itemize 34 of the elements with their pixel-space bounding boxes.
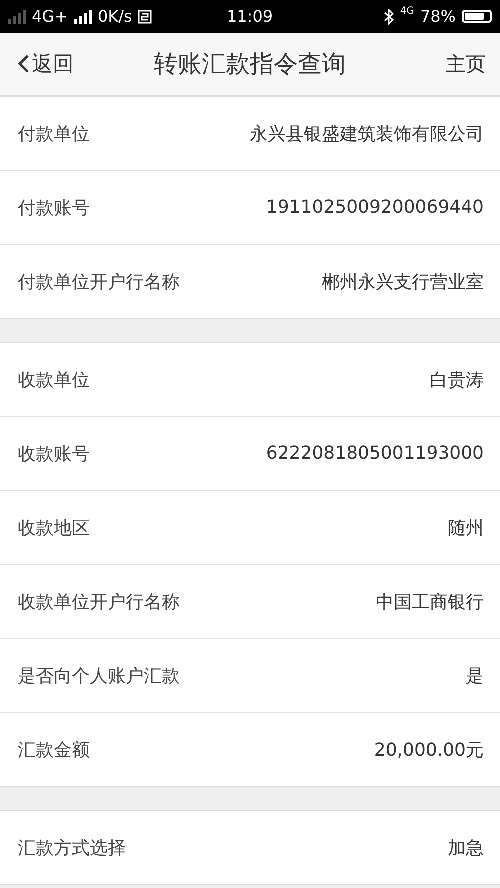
signal-icon: [74, 10, 92, 24]
field-value: 加急: [448, 836, 484, 860]
page-title: 转账汇款指令查询: [154, 50, 346, 78]
field-value: 是: [466, 664, 484, 688]
field-label: 付款单位: [18, 122, 90, 146]
back-button[interactable]: 返回: [18, 50, 74, 78]
network-label: 4G: [400, 6, 414, 17]
speed-label: 0K/s: [98, 7, 132, 26]
field-value: 中国工商银行: [376, 590, 484, 614]
bluetooth-icon: [384, 8, 394, 24]
field-label: 收款地区: [18, 516, 90, 540]
field-label: 付款单位开户行名称: [18, 270, 180, 294]
field-label: 收款单位: [18, 368, 90, 392]
network-label: 4G+: [32, 7, 68, 26]
battery-label: 78%: [420, 7, 456, 26]
field-label: 是否向个人账户汇款: [18, 664, 180, 688]
field-value: 6222081805001193000: [266, 443, 484, 464]
chevron-left-icon: [18, 54, 30, 74]
field-label: 付款账号: [18, 196, 90, 220]
field-label: 汇款金额: [18, 738, 90, 762]
signal-icon: [8, 10, 26, 24]
field-value: 永兴县银盛建筑装饰有限公司: [250, 122, 484, 146]
battery-icon: [462, 10, 492, 23]
field-label: 汇款方式选择: [18, 836, 126, 860]
clock: 11:09: [226, 7, 274, 26]
field-value: 郴州永兴支行营业室: [322, 270, 484, 294]
field-value: 1911025009200069440: [266, 197, 484, 218]
sim-icon: [138, 10, 152, 24]
field-label: 收款账号: [18, 442, 90, 466]
field-value: 随州: [448, 516, 484, 540]
field-value: 20,000.00元: [374, 738, 484, 762]
field-label: 收款单位开户行名称: [18, 590, 180, 614]
home-button[interactable]: 主页: [446, 50, 486, 78]
field-value: 白贵涛: [430, 368, 484, 392]
